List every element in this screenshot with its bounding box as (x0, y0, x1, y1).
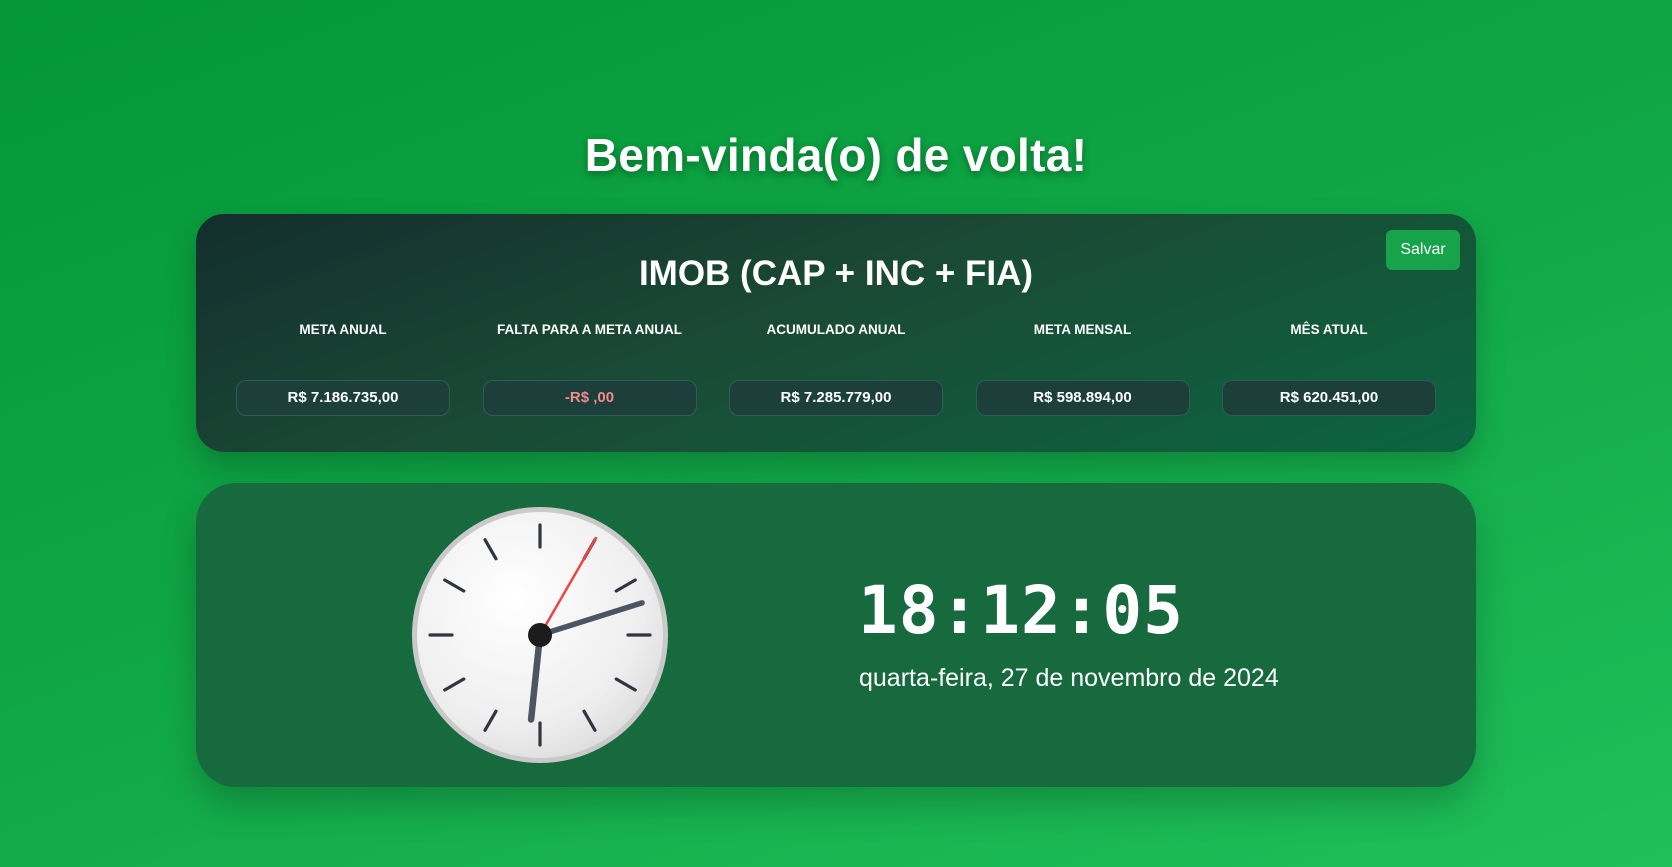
welcome-heading: Bem-vinda(o) de volta! (584, 129, 1088, 181)
metric-label: MÊS ATUAL (1290, 322, 1368, 337)
metric-label: META ANUAL (299, 322, 387, 337)
current-date: quarta-feira, 27 de novembro de 2024 (859, 664, 1279, 692)
metric-value-field[interactable]: R$ 598.894,00 (975, 380, 1190, 416)
metric-meta-anual: META ANUAL R$ 7.186.735,00 (236, 322, 450, 416)
metrics-row: META ANUAL R$ 7.186.735,00 FALTA PARA A … (236, 322, 1436, 416)
metric-value-field[interactable]: R$ 620.451,00 (1222, 380, 1436, 416)
metric-value-field[interactable]: -R$ ,00 (482, 380, 697, 416)
metric-falta-meta-anual: FALTA PARA A META ANUAL -R$ ,00 (482, 322, 697, 416)
metric-value-field[interactable]: R$ 7.186.735,00 (236, 380, 450, 416)
metric-meta-mensal: META MENSAL R$ 598.894,00 (975, 322, 1190, 416)
metric-acumulado-anual: ACUMULADO ANUAL R$ 7.285.779,00 (729, 322, 943, 416)
metric-value-field[interactable]: R$ 7.285.779,00 (729, 380, 943, 416)
analog-clock (412, 507, 668, 763)
digital-time: 18:12:05 (858, 572, 1184, 649)
goals-title: IMOB (CAP + INC + FIA) (638, 254, 1034, 293)
clock-card: 18:12:05 quarta-feira, 27 de novembro de… (196, 483, 1476, 787)
clock-center-pin (528, 623, 552, 647)
metric-mes-atual: MÊS ATUAL R$ 620.451,00 (1222, 322, 1436, 416)
goals-card: Salvar IMOB (CAP + INC + FIA) META ANUAL… (196, 214, 1476, 452)
metric-label: ACUMULADO ANUAL (766, 322, 906, 337)
metric-label: FALTA PARA A META ANUAL (497, 322, 682, 337)
metric-label: META MENSAL (1033, 322, 1132, 337)
